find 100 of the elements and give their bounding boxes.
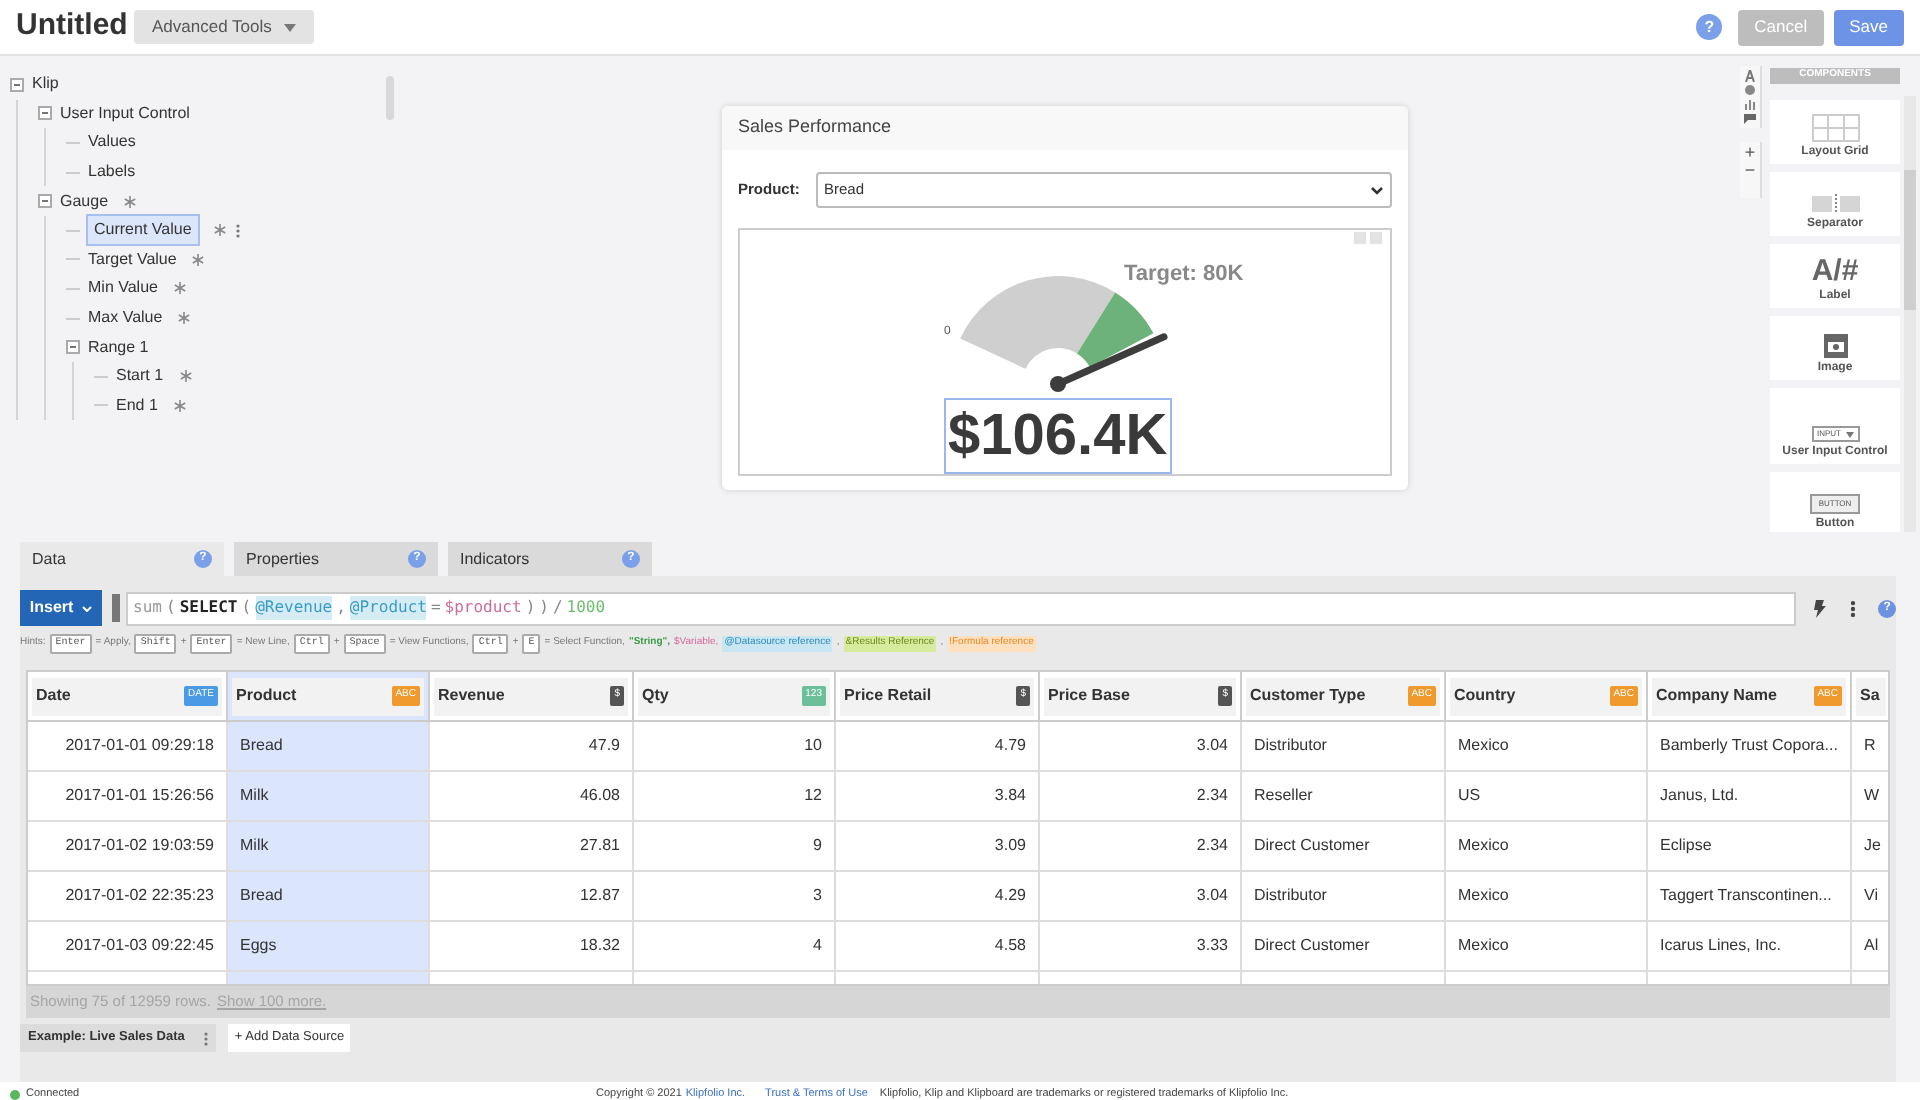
formula-token: 1000	[566, 596, 606, 620]
table-cell: 3.04	[1040, 872, 1242, 922]
table-cell: 3.04	[1040, 722, 1242, 772]
table-cell: 3.84	[836, 772, 1040, 822]
tree-item[interactable]: Values	[86, 130, 138, 155]
more-icon[interactable]	[1850, 599, 1857, 617]
chat-icon[interactable]	[1744, 112, 1756, 124]
table-cell: Je	[1852, 822, 1888, 872]
table-cell: Direct Customer	[1242, 822, 1446, 872]
table-cell: 3.33	[1040, 922, 1242, 972]
table-cell: 3.09	[836, 822, 1040, 872]
more-icon	[235, 223, 240, 238]
formula-handle[interactable]	[111, 594, 120, 622]
table-cell: 46.08	[430, 772, 634, 822]
tree-item[interactable]: Min Value	[86, 276, 160, 301]
klip-title: Sales Performance	[738, 114, 892, 141]
table-cell: US	[1446, 772, 1648, 822]
gauge-value[interactable]: $106.4K	[944, 398, 1172, 474]
collapse-icon[interactable]	[10, 77, 24, 92]
gauge-target-label: Target: 80K	[1124, 260, 1244, 290]
formula-token: (	[166, 596, 176, 620]
zoom-button[interactable]: +	[1744, 144, 1756, 162]
formula-token: SELECT	[179, 596, 238, 620]
table-cell: Bread	[228, 872, 430, 922]
table-cell: Al	[1852, 922, 1888, 972]
tree-item[interactable]: Target Value	[86, 247, 179, 272]
lightning-icon[interactable]	[1814, 599, 1827, 617]
tree-item[interactable]: Max Value	[86, 306, 165, 331]
table-cell: 12	[634, 772, 836, 822]
table-cell: Direct Customer	[1242, 922, 1446, 972]
table-cell: 10	[634, 722, 836, 772]
formula-token: sum	[133, 596, 162, 620]
table-cell: 4.58	[836, 922, 1040, 972]
formula-token: (	[241, 596, 252, 620]
collapse-icon[interactable]	[38, 106, 52, 121]
table-cell: 4.29	[836, 872, 1040, 922]
pie-icon[interactable]	[1744, 84, 1756, 96]
scrollbar-thumb[interactable]	[1904, 170, 1916, 310]
table-cell: 2.34	[1040, 822, 1242, 872]
table-cell: Mexico	[1446, 722, 1648, 772]
zoom-button[interactable]: −	[1744, 162, 1756, 180]
formula-token: @Revenue	[255, 596, 333, 620]
label-glyph: A/#	[1811, 256, 1859, 286]
table-cell: Eclipse	[1648, 822, 1852, 872]
column-header[interactable]: Sa	[1852, 672, 1888, 722]
tree-item[interactable]: User Input Control	[58, 101, 192, 126]
formula-input[interactable]: sum ( SELECT ( @Revenue , @Product = $product ) ) / 1000	[125, 591, 1797, 625]
table-cell: R	[1852, 722, 1888, 772]
table-cell: Janus, Ltd.	[1648, 772, 1852, 822]
table-cell: Distributor	[1242, 872, 1446, 922]
tree-item[interactable]: Current Value	[86, 214, 200, 247]
tree-item[interactable]: Klip	[30, 72, 61, 97]
tree-item[interactable]: Gauge	[58, 189, 111, 214]
table-cell: Mexico	[1446, 922, 1648, 972]
table-cell: Distributor	[1242, 722, 1446, 772]
chevron-down-icon	[81, 605, 92, 611]
grid-icon	[1811, 114, 1859, 142]
tree-item[interactable]: Start 1	[114, 364, 166, 389]
bars-icon[interactable]	[1744, 98, 1756, 110]
table-cell: Mexico	[1446, 822, 1648, 872]
table-cell: Icarus Lines, Inc.	[1648, 922, 1852, 972]
table-cell: Vi	[1852, 872, 1888, 922]
separator-icon	[1811, 194, 1859, 214]
collapse-icon[interactable]	[38, 194, 52, 209]
caret-icon	[283, 23, 296, 31]
formula-token: /	[552, 596, 563, 620]
image-icon	[1823, 334, 1847, 358]
table-cell: Mexico	[1446, 872, 1648, 922]
table-cell: 4.79	[836, 722, 1040, 772]
table-cell: Milk	[228, 822, 430, 872]
tree-item[interactable]: Range 1	[86, 335, 151, 360]
more-icon	[204, 1031, 209, 1045]
tree-item[interactable]: End 1	[114, 393, 160, 418]
text-icon[interactable]	[1744, 70, 1756, 82]
formula-token: )	[525, 596, 536, 620]
formula-token: )	[539, 596, 549, 620]
insert-button[interactable]: Insert	[20, 590, 102, 626]
table-cell: Reseller	[1242, 772, 1446, 822]
formula-token: ,	[336, 596, 346, 620]
table-cell: Eggs	[228, 922, 430, 972]
table-cell: 3	[634, 872, 836, 922]
table-cell: 12.87	[430, 872, 634, 922]
page-title: Untitled	[16, 6, 130, 47]
table-cell: Milk	[228, 772, 430, 822]
table-cell: Bread	[228, 722, 430, 772]
table-cell: 4	[634, 922, 836, 972]
table-cell: 9	[634, 822, 836, 872]
table-cell: Bamberly Trust Copora...	[1648, 722, 1852, 772]
formula-token: $product	[444, 596, 522, 620]
table-cell: W	[1852, 772, 1888, 822]
table-cell: 47.9	[430, 722, 634, 772]
formula-token: @Product	[349, 596, 427, 620]
table-cell: 27.81	[430, 822, 634, 872]
chevron-down-icon	[1370, 185, 1384, 195]
collapse-icon[interactable]	[66, 340, 80, 355]
table-cell: Taggert Transcontinen...	[1648, 872, 1852, 922]
tree-item[interactable]: Labels	[86, 160, 138, 185]
advanced-tools-dropdown[interactable]: Advanced Tools	[134, 10, 314, 44]
table-cell: 18.32	[430, 922, 634, 972]
formula-token: =	[430, 596, 441, 620]
